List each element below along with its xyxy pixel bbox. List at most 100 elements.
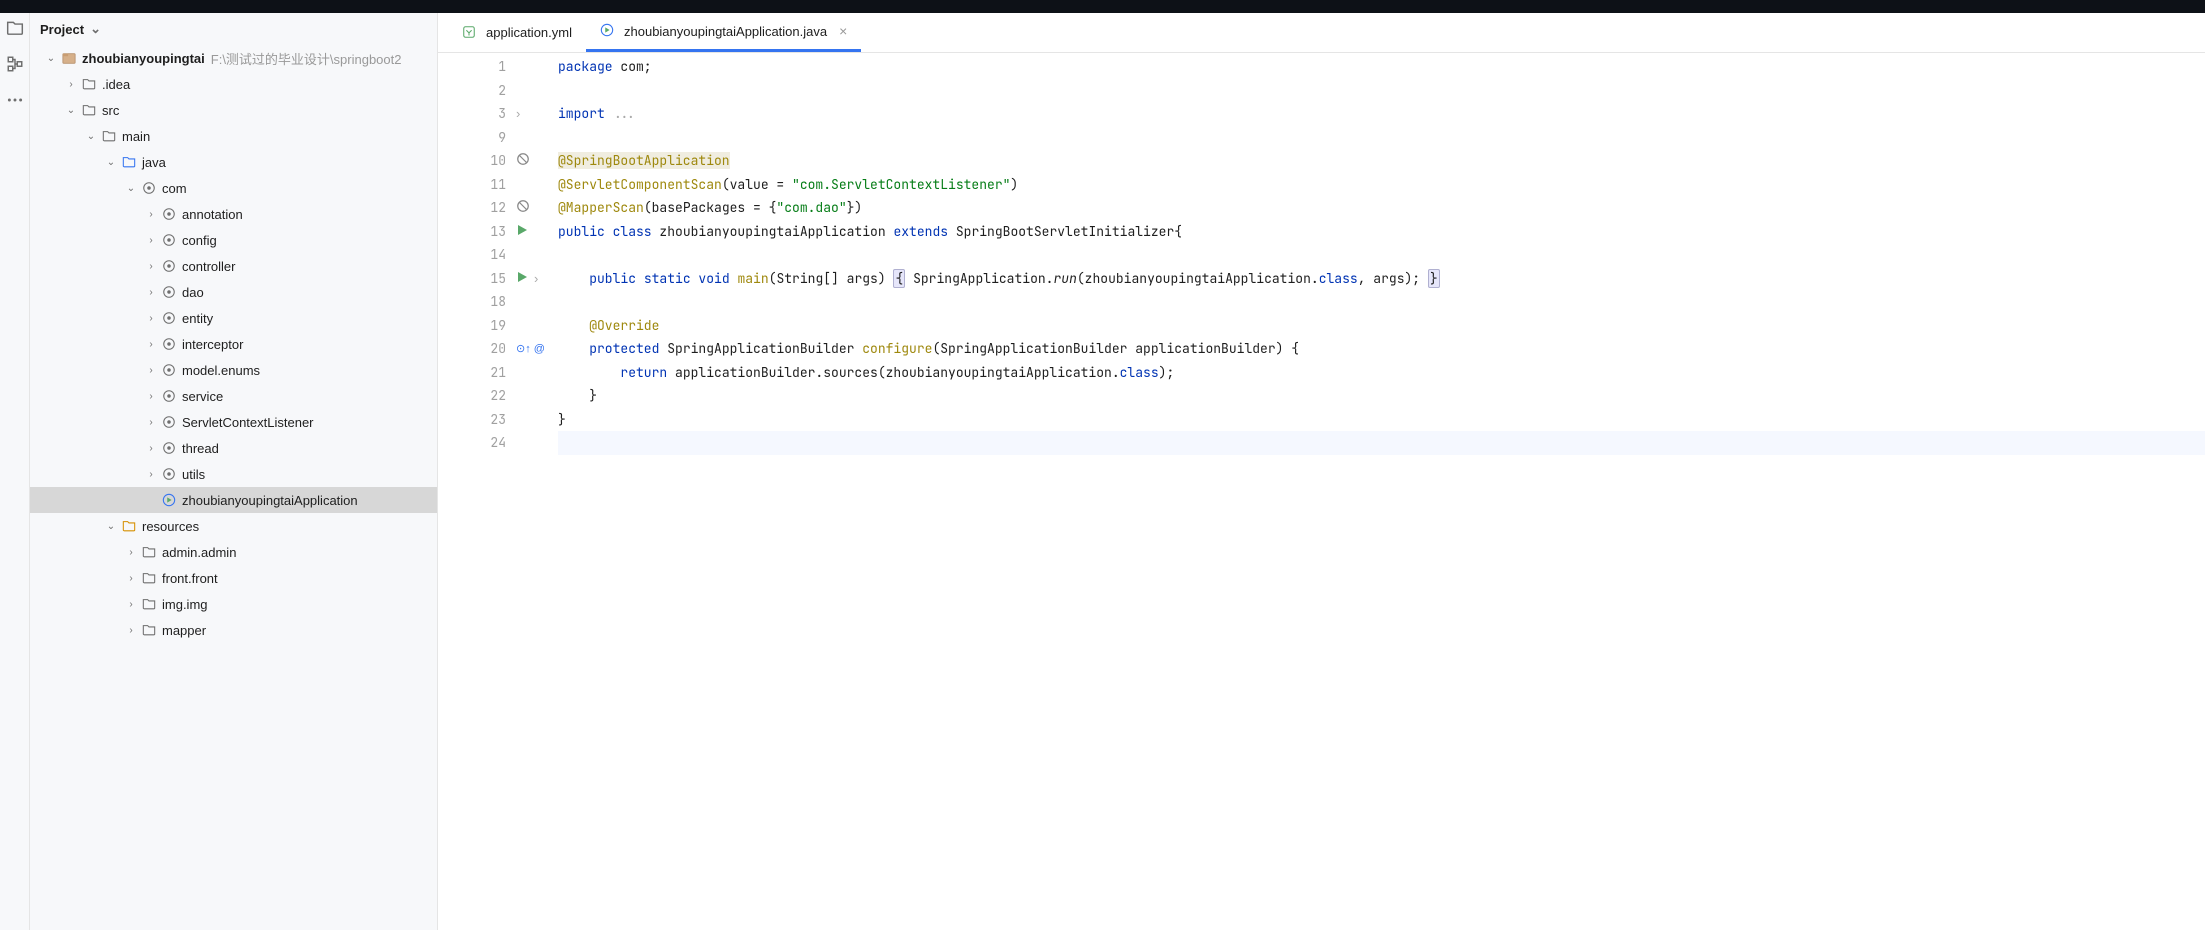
close-icon[interactable]: × bbox=[839, 23, 847, 39]
run-icon[interactable] bbox=[516, 271, 528, 286]
tree-item-model-enums[interactable]: ›model.enums bbox=[30, 357, 437, 383]
code-line[interactable]: return applicationBuilder.sources(zhoubi… bbox=[558, 361, 2205, 385]
tree-item-zhoubianyoupingtaiapplication[interactable]: zhoubianyoupingtaiApplication bbox=[30, 487, 437, 513]
line-number: 9 bbox=[438, 126, 506, 150]
chevron-right-icon[interactable]: › bbox=[122, 547, 140, 558]
yaml-icon bbox=[462, 25, 478, 41]
chevron-right-icon[interactable]: › bbox=[142, 443, 160, 454]
gutter-mark-row bbox=[514, 55, 554, 79]
code-line[interactable]: @ServletComponentScan(value = "com.Servl… bbox=[558, 173, 2205, 197]
tree-item-service[interactable]: › service bbox=[30, 383, 437, 409]
code-line[interactable]: @MapperScan(basePackages = {"com.dao"}) bbox=[558, 196, 2205, 220]
tree-item-annotation[interactable]: ›annotation bbox=[30, 201, 437, 227]
run-icon[interactable] bbox=[516, 224, 528, 239]
chevron-right-icon[interactable]: › bbox=[142, 365, 160, 376]
chevron-right-icon[interactable]: › bbox=[142, 261, 160, 272]
project-sidebar: Project ⌄ ⌄zhoubianyoupingtaiF:\测试过的毕业设计… bbox=[30, 13, 438, 930]
code-line[interactable]: public class zhoubianyoupingtaiApplicati… bbox=[558, 220, 2205, 244]
chevron-down-icon[interactable]: ⌄ bbox=[42, 53, 60, 64]
chevron-right-icon[interactable]: › bbox=[142, 209, 160, 220]
override-icon[interactable]: ⊙↑ @ bbox=[516, 342, 545, 355]
tree-item-interceptor[interactable]: ›interceptor bbox=[30, 331, 437, 357]
tree-item-entity[interactable]: ›entity bbox=[30, 305, 437, 331]
tree-item-mapper[interactable]: ›mapper bbox=[30, 617, 437, 643]
package-icon bbox=[160, 233, 178, 247]
tree-label: java bbox=[142, 155, 166, 170]
gutter-mark-row bbox=[514, 314, 554, 338]
line-number: 13 bbox=[438, 220, 506, 244]
code-line[interactable]: package com; bbox=[558, 55, 2205, 79]
chevron-right-icon[interactable]: › bbox=[142, 391, 160, 402]
tree-item-thread[interactable]: ›thread bbox=[30, 435, 437, 461]
code-line[interactable]: } bbox=[558, 384, 2205, 408]
tree-item-admin-admin[interactable]: ›admin.admin bbox=[30, 539, 437, 565]
chevron-right-icon[interactable]: › bbox=[122, 625, 140, 636]
tree-item-config[interactable]: ›config bbox=[30, 227, 437, 253]
code-line[interactable] bbox=[558, 290, 2205, 314]
chevron-right-icon[interactable]: › bbox=[142, 339, 160, 350]
inspection-off-icon[interactable] bbox=[516, 152, 530, 169]
tree-label: dao bbox=[182, 285, 204, 300]
chevron-right-icon[interactable]: › bbox=[122, 599, 140, 610]
tree-item-resources[interactable]: ⌄resources bbox=[30, 513, 437, 539]
tree-item-src[interactable]: ⌄src bbox=[30, 97, 437, 123]
project-panel-header[interactable]: Project ⌄ bbox=[30, 13, 437, 45]
project-tree[interactable]: ⌄zhoubianyoupingtaiF:\测试过的毕业设计\springboo… bbox=[30, 45, 437, 930]
code-line[interactable]: } bbox=[558, 408, 2205, 432]
tree-item--idea[interactable]: › .idea bbox=[30, 71, 437, 97]
code-line[interactable] bbox=[558, 431, 2205, 455]
chevron-down-icon[interactable]: ⌄ bbox=[82, 131, 100, 142]
tree-label: controller bbox=[182, 259, 235, 274]
gutter-mark-row: › bbox=[514, 102, 554, 126]
chevron-right-icon[interactable]: › bbox=[122, 573, 140, 584]
chevron-right-icon[interactable]: › bbox=[142, 469, 160, 480]
tree-item-img-img[interactable]: ›img.img bbox=[30, 591, 437, 617]
tree-hint: F:\测试过的毕业设计\springboot2 bbox=[211, 49, 402, 68]
package-icon bbox=[160, 467, 178, 481]
code-content[interactable]: package com; import ... @SpringBootApplica… bbox=[554, 53, 2205, 930]
tree-item-front-front[interactable]: ›front.front bbox=[30, 565, 437, 591]
folder-res-icon bbox=[120, 519, 138, 533]
chevron-down-icon[interactable]: ⌄ bbox=[102, 521, 120, 532]
tree-item-java[interactable]: ⌄ java bbox=[30, 149, 437, 175]
chevron-right-icon[interactable]: › bbox=[62, 79, 80, 90]
folder-icon bbox=[140, 545, 158, 559]
tree-label: .idea bbox=[102, 77, 130, 92]
tree-label: service bbox=[182, 389, 223, 404]
tree-item-utils[interactable]: ›utils bbox=[30, 461, 437, 487]
fold-icon[interactable]: › bbox=[516, 106, 520, 121]
line-number: 23 bbox=[438, 408, 506, 432]
chevron-right-icon[interactable]: › bbox=[142, 235, 160, 246]
more-tool-icon[interactable] bbox=[6, 91, 24, 109]
structure-tool-icon[interactable] bbox=[6, 55, 24, 73]
code-line[interactable]: @Override bbox=[558, 314, 2205, 338]
tree-item-controller[interactable]: › controller bbox=[30, 253, 437, 279]
tree-item-main[interactable]: ⌄main bbox=[30, 123, 437, 149]
folder-tool-icon[interactable] bbox=[6, 19, 24, 37]
chevron-right-icon[interactable]: › bbox=[142, 287, 160, 298]
inspection-off-icon[interactable] bbox=[516, 199, 530, 216]
java-run-icon bbox=[160, 493, 178, 507]
module-icon bbox=[60, 51, 78, 65]
code-line[interactable]: protected SpringApplicationBuilder confi… bbox=[558, 337, 2205, 361]
tree-item-zhoubianyoupingtai[interactable]: ⌄zhoubianyoupingtaiF:\测试过的毕业设计\springboo… bbox=[30, 45, 437, 71]
fold-icon[interactable]: › bbox=[534, 271, 538, 286]
tab-zhoubianyoupingtaiapplication-java[interactable]: zhoubianyoupingtaiApplication.java× bbox=[586, 13, 861, 52]
code-line[interactable] bbox=[558, 243, 2205, 267]
code-line[interactable] bbox=[558, 79, 2205, 103]
tab-application-yml[interactable]: application.yml bbox=[448, 13, 586, 52]
chevron-right-icon[interactable]: › bbox=[142, 417, 160, 428]
chevron-right-icon[interactable]: › bbox=[142, 313, 160, 324]
chevron-down-icon[interactable]: ⌄ bbox=[102, 157, 120, 168]
gutter-mark-row bbox=[514, 408, 554, 432]
code-area[interactable]: 123910111213141518192021222324 ››⊙↑ @ pa… bbox=[438, 53, 2205, 930]
code-line[interactable]: import ... bbox=[558, 102, 2205, 126]
code-line[interactable]: @SpringBootApplication bbox=[558, 149, 2205, 173]
chevron-down-icon[interactable]: ⌄ bbox=[62, 105, 80, 116]
tree-item-com[interactable]: ⌄com bbox=[30, 175, 437, 201]
tree-item-dao[interactable]: › dao bbox=[30, 279, 437, 305]
code-line[interactable] bbox=[558, 126, 2205, 150]
code-line[interactable]: public static void main(String[] args) {… bbox=[558, 267, 2205, 291]
chevron-down-icon[interactable]: ⌄ bbox=[122, 183, 140, 194]
tree-item-servletcontextlistener[interactable]: ›ServletContextListener bbox=[30, 409, 437, 435]
